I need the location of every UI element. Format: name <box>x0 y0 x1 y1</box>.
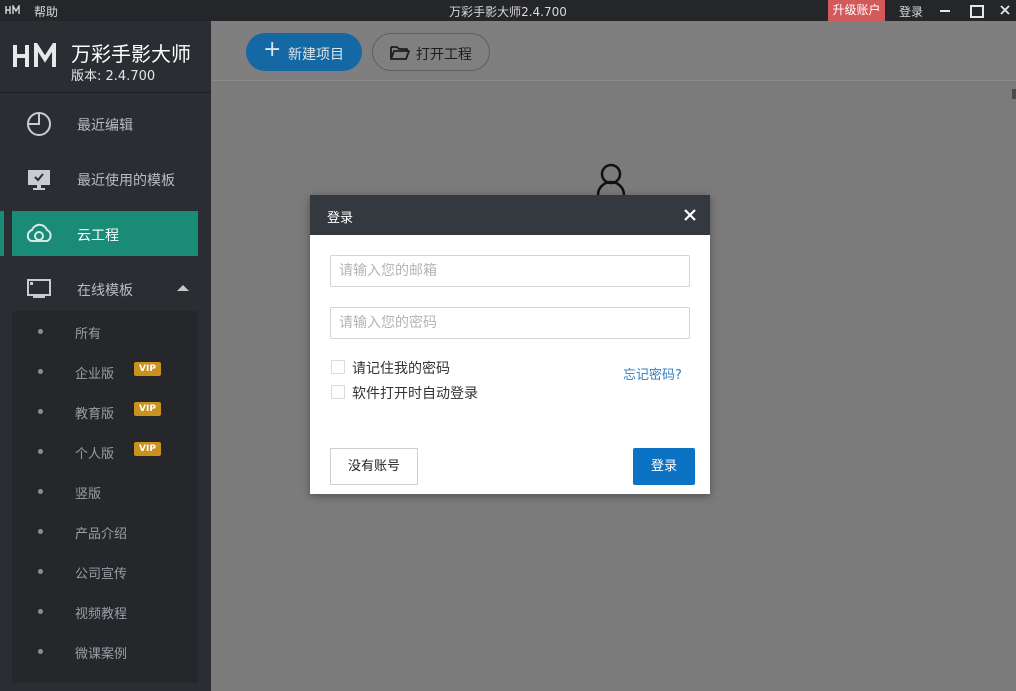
submenu-item-product-intro[interactable]: 产品介绍 <box>12 511 198 551</box>
remember-password-label: 请记住我的密码 <box>352 361 450 377</box>
submenu-item-label: 视频教程 <box>75 607 128 622</box>
remember-password-checkbox[interactable] <box>331 360 345 374</box>
login-dialog: 登录 请记住我的密码 软件打开时自动登录 忘记密码? 没有账号 登录 <box>310 195 710 494</box>
new-project-button[interactable]: + 新建项目 <box>246 33 362 71</box>
new-project-label: 新建项目 <box>288 47 344 63</box>
toolbar: + 新建项目 打开工程 <box>211 21 1016 81</box>
sidebar-item-label: 云工程 <box>77 228 119 244</box>
submenu-item-enterprise[interactable]: 企业版 VIP <box>12 351 198 391</box>
sidebar-item-label: 在线模板 <box>77 283 133 299</box>
submenu-item-education[interactable]: 教育版 VIP <box>12 391 198 431</box>
folder-open-icon <box>390 46 410 60</box>
submenu-item-label: 微课案例 <box>75 647 128 662</box>
scrollbar[interactable] <box>1012 89 1016 99</box>
monitor-icon <box>27 279 51 298</box>
auto-login-label: 软件打开时自动登录 <box>352 386 478 402</box>
sidebar-item-label: 最近编辑 <box>77 118 133 134</box>
brand-header: 万彩手影大师 版本: 2.4.700 <box>0 21 211 93</box>
bullet-icon <box>38 329 43 334</box>
bullet-icon <box>38 609 43 614</box>
close-icon[interactable] <box>683 208 697 222</box>
brand-version: 版本: 2.4.700 <box>71 69 156 84</box>
plus-icon: + <box>263 37 282 62</box>
bullet-icon <box>38 409 43 414</box>
brand-logo-icon <box>13 43 56 67</box>
submenu-item-vertical[interactable]: 竖版 <box>12 471 198 511</box>
pie-chart-icon <box>27 112 51 136</box>
open-project-button[interactable]: 打开工程 <box>372 33 490 71</box>
forgot-password-link[interactable]: 忘记密码? <box>623 364 682 383</box>
submenu-item-label: 教育版 <box>75 407 115 422</box>
submenu-item-company-promo[interactable]: 公司宣传 <box>12 551 198 591</box>
sidebar-item-recent-templates[interactable]: 最近使用的模板 <box>12 156 198 201</box>
submenu-item-video-tutorial[interactable]: 视频教程 <box>12 591 198 631</box>
no-account-button[interactable]: 没有账号 <box>330 448 418 485</box>
submenu-item-label: 所有 <box>75 327 102 342</box>
upgrade-account-button[interactable]: 升级账户 <box>828 0 885 21</box>
sidebar: 万彩手影大师 版本: 2.4.700 最近编辑 最近使用的模板 云工程 在线模板… <box>0 21 211 691</box>
submenu-item-personal[interactable]: 个人版 VIP <box>12 431 198 471</box>
active-indicator <box>0 211 4 256</box>
brand-name: 万彩手影大师 <box>71 42 191 66</box>
submenu-item-label: 竖版 <box>75 487 102 502</box>
sidebar-item-online-templates[interactable]: 在线模板 <box>12 266 198 311</box>
submenu-item-all[interactable]: 所有 <box>12 311 198 351</box>
online-templates-submenu: 所有 企业版 VIP 教育版 VIP 个人版 VIP 竖版 产品介绍 公司宣传 <box>12 311 198 683</box>
sidebar-item-recent-edits[interactable]: 最近编辑 <box>12 101 198 146</box>
submenu-item-label: 公司宣传 <box>75 567 128 582</box>
submenu-item-label: 企业版 <box>75 367 115 382</box>
login-button[interactable]: 登录 <box>633 448 695 485</box>
vip-badge: VIP <box>134 442 161 456</box>
email-field[interactable] <box>330 255 690 287</box>
bullet-icon <box>38 649 43 654</box>
monitor-check-icon <box>28 170 50 190</box>
open-project-label: 打开工程 <box>416 47 472 63</box>
vip-badge: VIP <box>134 402 161 416</box>
titlebar-login-link[interactable]: 登录 <box>899 3 923 20</box>
dialog-title: 登录 <box>327 211 354 226</box>
submenu-item-label: 产品介绍 <box>75 527 128 542</box>
bullet-icon <box>38 529 43 534</box>
title-bar: 帮助 万彩手影大师2.4.700 升级账户 登录 <box>0 0 1016 21</box>
cloud-icon <box>26 223 52 242</box>
chevron-up-icon[interactable] <box>177 285 189 291</box>
password-field[interactable] <box>330 307 690 339</box>
close-window-icon[interactable] <box>993 0 1016 21</box>
bullet-icon <box>38 489 43 494</box>
user-icon <box>596 163 626 196</box>
submenu-item-label: 个人版 <box>75 447 115 462</box>
maximize-icon[interactable] <box>963 0 987 21</box>
sidebar-item-label: 最近使用的模板 <box>77 173 175 189</box>
bullet-icon <box>38 449 43 454</box>
minimize-icon[interactable] <box>933 0 957 21</box>
submenu-item-micro-lesson[interactable]: 微课案例 <box>12 631 198 671</box>
bullet-icon <box>38 569 43 574</box>
vip-badge: VIP <box>134 362 161 376</box>
bullet-icon <box>38 369 43 374</box>
auto-login-checkbox[interactable] <box>331 385 345 399</box>
sidebar-item-cloud-project[interactable]: 云工程 <box>12 211 198 256</box>
dialog-header: 登录 <box>310 195 710 235</box>
